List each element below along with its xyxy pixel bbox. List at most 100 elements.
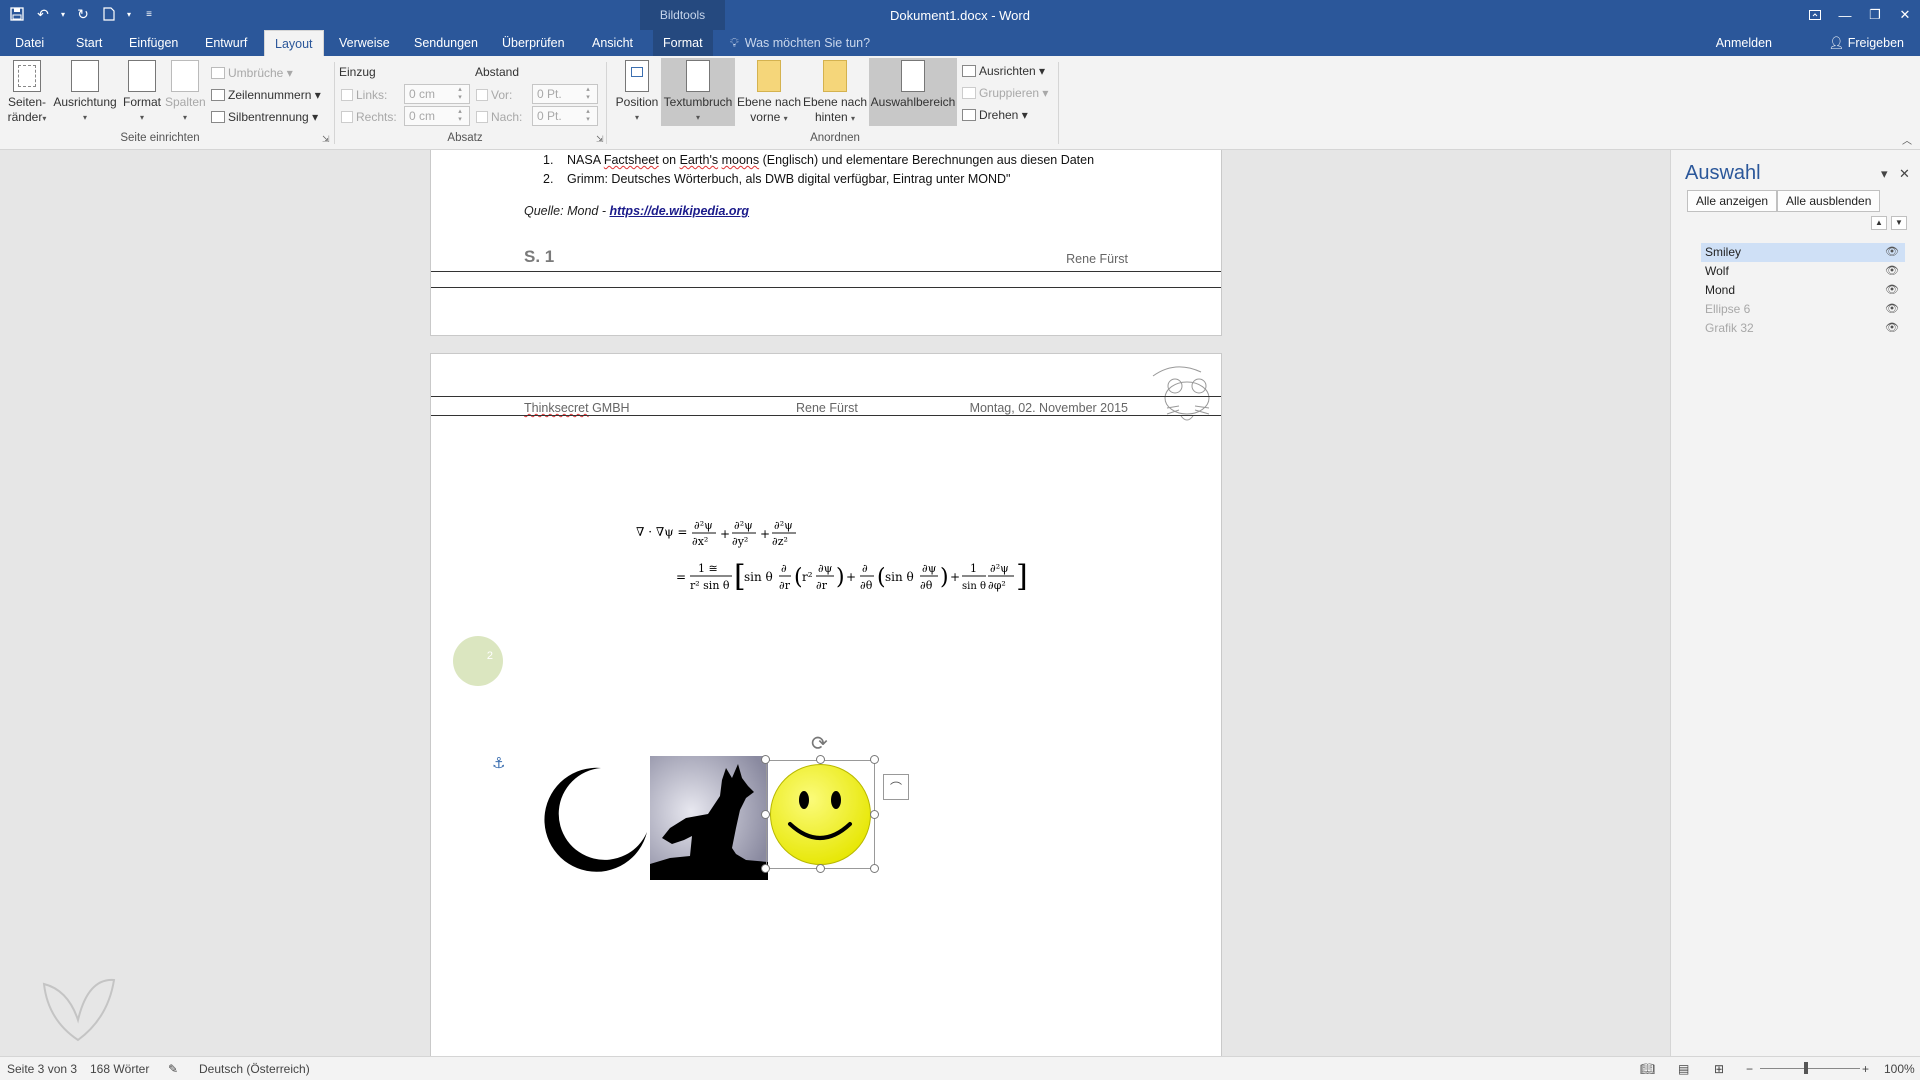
dialog-launcher-icon[interactable]: ⇲ [322, 134, 330, 145]
close-pane-icon[interactable]: ✕ [1899, 166, 1910, 182]
rotate-handle-icon[interactable]: ⟳ [811, 731, 828, 756]
save-icon[interactable] [6, 3, 28, 25]
undo-dropdown-icon[interactable]: ▾ [58, 3, 68, 25]
indent-right-input[interactable]: 0 cm [404, 106, 470, 126]
collapse-ribbon-icon[interactable]: ︿ [1902, 132, 1912, 147]
resize-handle[interactable] [870, 810, 879, 819]
textumbruch-button[interactable]: Textumbruch ▾ [661, 58, 735, 126]
zoom-in-icon[interactable]: + [1862, 1062, 1869, 1076]
read-mode-icon[interactable]: 📖︎ [1640, 1062, 1655, 1076]
pane-item-wolf[interactable]: Wolf 👁︎ [1701, 262, 1905, 281]
tab-datei[interactable]: Datei [5, 30, 54, 56]
tab-ansicht[interactable]: Ansicht [582, 30, 643, 56]
tell-me-box[interactable]: 💡︎ Was möchten Sie tun? [730, 30, 870, 56]
send-backward-arrow-icon[interactable]: ▼ [1891, 216, 1907, 230]
qat-dropdown-icon[interactable]: ▾ [124, 3, 134, 25]
pane-item-mond[interactable]: Mond 👁︎ [1701, 281, 1905, 300]
resize-handle[interactable] [761, 864, 770, 873]
close-icon[interactable]: ✕ [1890, 0, 1920, 30]
restore-icon[interactable]: ❐ [1860, 0, 1890, 30]
spalten-button[interactable]: Spalten ▾ [165, 60, 206, 125]
zoom-slider-thumb[interactable] [1804, 1062, 1808, 1074]
zoom-out-icon[interactable]: − [1746, 1062, 1753, 1076]
pane-options-icon[interactable]: ▾ [1881, 166, 1888, 182]
page-indicator[interactable]: Seite 3 von 3 [7, 1062, 77, 1076]
tab-layout[interactable]: Layout [264, 30, 324, 56]
tab-entwurf[interactable]: Entwurf [195, 30, 257, 56]
visibility-eye-icon[interactable]: 👁︎ [1885, 262, 1899, 281]
chevron-down-icon: ▾ [851, 114, 856, 123]
umbrueche-button[interactable]: Umbrüche ▾ [211, 63, 293, 83]
drehen-button[interactable]: Drehen ▾ [962, 105, 1028, 125]
ausrichtung-button[interactable]: Ausrichtung ▾ [52, 60, 118, 125]
laplace-formula[interactable]: ∇ · ∇ψ = ∂²ψ ∂x² + ∂²ψ ∂y² + ∂²ψ ∂z² = 1 ≅ r… [636, 514, 1036, 604]
zoom-level[interactable]: 100% [1884, 1062, 1915, 1076]
spacing-before-input[interactable]: 0 Pt. [532, 84, 598, 104]
gruppieren-button[interactable]: Gruppieren ▾ [962, 83, 1048, 103]
tab-ueberpruefen[interactable]: Überprüfen [492, 30, 575, 56]
hide-all-button[interactable]: Alle ausblenden [1777, 190, 1881, 212]
indent-left-input[interactable]: 0 cm [404, 84, 470, 104]
print-preview-icon[interactable] [98, 3, 120, 25]
visibility-eye-icon[interactable]: 👁︎ [1885, 243, 1899, 262]
spacing-after-input[interactable]: 0 Pt. [532, 106, 598, 126]
resize-handle[interactable] [816, 864, 825, 873]
wolf-image[interactable] [650, 756, 768, 880]
undo-icon[interactable]: ↶ [32, 3, 54, 25]
pane-item-grafik-32[interactable]: Grafik 32 👁︎ [1701, 319, 1905, 338]
tab-verweise[interactable]: Verweise [329, 30, 400, 56]
bring-forward-arrow-icon[interactable]: ▲ [1871, 216, 1887, 230]
resize-handle[interactable] [870, 864, 879, 873]
minimize-icon[interactable]: — [1830, 0, 1860, 30]
ebene-nach-vorne-button[interactable]: Ebene nach vorne ▾ [736, 60, 802, 126]
zoom-slider-track[interactable] [1760, 1068, 1860, 1069]
visibility-eye-icon[interactable]: 👁︎ [1885, 300, 1899, 319]
source-link[interactable]: https://de.wikipedia.org [609, 204, 749, 218]
page-3[interactable]: Thinksecret GMBH Rene Fürst Montag, 02. … [430, 353, 1222, 1056]
ribbon-display-options-icon[interactable] [1800, 0, 1830, 30]
layout-options-icon[interactable]: ⌒ [883, 774, 909, 800]
print-layout-icon[interactable]: ▤ [1678, 1062, 1689, 1076]
seitenraender-button[interactable]: Seiten- ränder▾ [6, 60, 48, 126]
tab-einfuegen[interactable]: Einfügen [119, 30, 188, 56]
visibility-eye-icon[interactable]: 👁︎ [1885, 319, 1899, 338]
visibility-eye-icon[interactable]: 👁︎ [1885, 281, 1899, 300]
ellipse-6-shape[interactable]: 2 [453, 636, 503, 686]
zeilennummern-button[interactable]: Zeilennummern ▾ [211, 85, 321, 105]
resize-handle[interactable] [761, 810, 770, 819]
tab-format[interactable]: Format [653, 30, 713, 56]
proofing-icon[interactable]: ✎ [168, 1062, 178, 1076]
resize-handle[interactable] [761, 755, 770, 764]
smiley-image[interactable] [761, 755, 879, 873]
sign-in-link[interactable]: Anmelden [1716, 30, 1772, 56]
page-1[interactable]: 1. NASA Factsheet on Earth's moons (Engli… [430, 150, 1222, 336]
redo-icon[interactable]: ↻ [72, 3, 94, 25]
resize-handle[interactable] [816, 755, 825, 764]
list-text: Grimm: Deutsches Wörterbuch, als DWB dig… [567, 172, 1011, 186]
share-label: Freigeben [1847, 36, 1904, 50]
share-button[interactable]: 👤︎ Freigeben [1828, 30, 1904, 56]
format-size-button[interactable]: Format ▾ [121, 60, 163, 125]
mond-image[interactable] [531, 760, 649, 878]
tab-start[interactable]: Start [66, 30, 112, 56]
customize-qat-icon[interactable]: ≡ [138, 3, 160, 25]
language-indicator[interactable]: Deutsch (Österreich) [199, 1062, 310, 1076]
position-button[interactable]: Position ▾ [612, 60, 662, 125]
word-count[interactable]: 168 Wörter [90, 1062, 149, 1076]
resize-handle[interactable] [870, 755, 879, 764]
pane-item-ellipse-6[interactable]: Ellipse 6 👁︎ [1701, 300, 1905, 319]
pane-item-smiley[interactable]: Smiley 👁︎ [1701, 243, 1905, 262]
show-all-button[interactable]: Alle anzeigen [1687, 190, 1778, 212]
auswahlbereich-button[interactable]: Auswahlbereich [869, 58, 957, 126]
tab-sendungen[interactable]: Sendungen [404, 30, 488, 56]
silbentrennung-button[interactable]: Silbentrennung ▾ [211, 107, 318, 127]
ebene-nach-hinten-button[interactable]: Ebene nach hinten ▾ [802, 60, 868, 126]
document-canvas[interactable]: 1. NASA Factsheet on Earth's moons (Engli… [0, 150, 1670, 1056]
dialog-launcher-icon[interactable]: ⇲ [596, 134, 604, 145]
references-list: 1. NASA Factsheet on Earth's moons (Engli… [543, 153, 1094, 191]
nach-label: Nach: [476, 107, 522, 127]
selection-pane-icon [901, 60, 925, 92]
web-layout-icon[interactable]: ⊞ [1714, 1062, 1724, 1076]
tell-me-placeholder: Was möchten Sie tun? [744, 36, 871, 50]
ausrichten-button[interactable]: Ausrichten ▾ [962, 61, 1045, 81]
